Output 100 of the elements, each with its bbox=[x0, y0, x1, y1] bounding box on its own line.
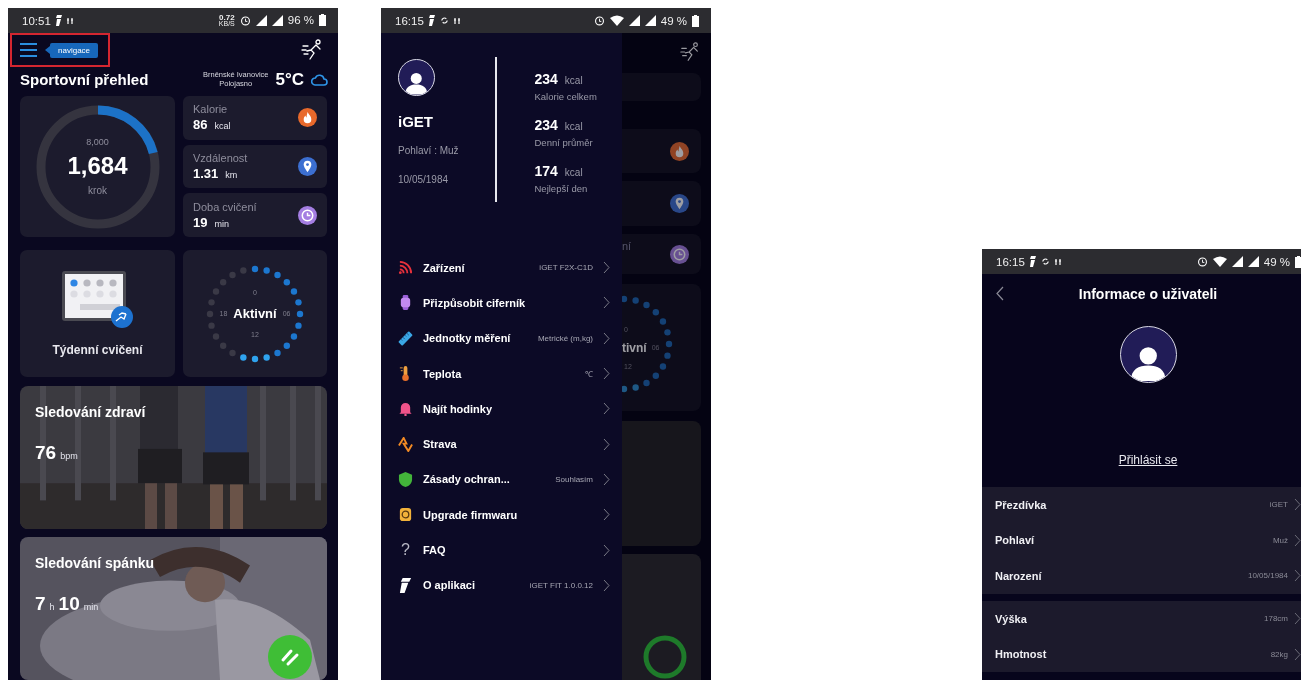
menu-item[interactable]: Zásady ochran... Souhlasím bbox=[381, 461, 622, 498]
logo-icon bbox=[1029, 256, 1036, 267]
signal-icon bbox=[628, 15, 640, 26]
signal-icon bbox=[271, 15, 283, 26]
card-label: Týdenní cvičení bbox=[52, 342, 143, 357]
chevron-right-icon bbox=[603, 402, 610, 416]
activity-label: Aktivní bbox=[233, 306, 277, 321]
metric-label: Vzdálenost bbox=[193, 152, 248, 164]
screen-title: Informace o uživateli bbox=[1078, 286, 1218, 302]
steps-card[interactable]: 8,000 1,684 krok bbox=[20, 96, 175, 237]
stat-unit: kcal bbox=[564, 167, 583, 178]
settings-row[interactable]: Pohlaví Muž bbox=[982, 522, 1301, 559]
battery-icon bbox=[1295, 255, 1301, 268]
row-value: iGET bbox=[1269, 500, 1288, 510]
sync-icon bbox=[1040, 257, 1050, 266]
chevron-right-icon bbox=[603, 437, 610, 451]
menu-item[interactable]: Strava bbox=[381, 426, 622, 462]
runner-logo-icon bbox=[679, 41, 701, 63]
cloud-icon bbox=[311, 73, 328, 86]
stat-label: Nejlepší den bbox=[534, 183, 589, 194]
settings-row[interactable]: Přezdívka iGET bbox=[982, 487, 1301, 523]
battery-icon bbox=[692, 14, 699, 27]
user-birth-date: 10/05/1984 bbox=[398, 174, 450, 185]
row-value: 10/05/1984 bbox=[1247, 571, 1288, 581]
row-value: 178cm bbox=[1264, 614, 1288, 624]
flame-icon bbox=[670, 141, 689, 161]
login-link[interactable]: Přihlásit se bbox=[1118, 453, 1178, 467]
chevron-right-icon bbox=[603, 261, 610, 275]
chevron-right-icon bbox=[603, 472, 610, 486]
chevron-right-icon bbox=[1294, 533, 1301, 547]
row-label: Výška bbox=[995, 612, 1028, 625]
metric-card[interactable]: Doba cvičení 19 min bbox=[183, 193, 327, 237]
menu-item[interactable]: Jednotky měření Metrické (m,kg) bbox=[381, 320, 622, 356]
metric-value: 86 bbox=[193, 117, 208, 133]
stat-value: 174 bbox=[534, 163, 558, 179]
row-label: Pohlaví bbox=[995, 534, 1036, 547]
metric-label: Kalorie bbox=[193, 103, 229, 116]
clock-icon bbox=[298, 205, 317, 225]
row-label: Hmotnost bbox=[995, 648, 1048, 661]
metric-unit: min bbox=[214, 218, 229, 229]
settings-row[interactable]: Narození 10/05/1984 bbox=[982, 558, 1301, 594]
status-time: 16:15 bbox=[395, 14, 424, 27]
battery-percent: 49 % bbox=[660, 14, 687, 27]
signal-icon bbox=[255, 15, 267, 26]
settings-row[interactable]: Hmotnost 82kg bbox=[982, 636, 1301, 672]
shield-icon bbox=[398, 471, 413, 487]
chevron-right-icon bbox=[1294, 647, 1301, 661]
stat-unit: kcal bbox=[564, 75, 583, 86]
metric-card[interactable]: Vzdálenost 1.31 km bbox=[183, 144, 327, 189]
wifi-signal-icon bbox=[398, 260, 413, 276]
battery-percent: 96 % bbox=[287, 14, 314, 27]
menu-item[interactable]: Přizpůsobit ciferník bbox=[381, 285, 622, 321]
clock-icon bbox=[670, 244, 689, 264]
weekly-exercise-card[interactable]: Týdenní cvičení bbox=[20, 250, 175, 377]
wifi-icon bbox=[609, 15, 624, 26]
metric-card[interactable]: Kalorie 86 kcal bbox=[183, 96, 327, 140]
notification-icon bbox=[453, 16, 461, 25]
health-card[interactable]: Sledování zdraví 76 bpm bbox=[20, 386, 327, 529]
notification-icon bbox=[1054, 257, 1062, 266]
calendar-icon bbox=[61, 270, 134, 329]
ruler-icon bbox=[398, 330, 413, 346]
network-speed: 0.72 bbox=[219, 13, 235, 21]
user-name: iGET bbox=[398, 113, 434, 130]
tooltip-pointer-icon bbox=[45, 46, 50, 54]
menu-item[interactable]: ? FAQ bbox=[381, 532, 622, 568]
row-value: 82kg bbox=[1270, 649, 1288, 659]
metric-unit: km bbox=[225, 170, 238, 180]
menu-item[interactable]: Teplota ℃ bbox=[381, 355, 622, 392]
signal-icon bbox=[1247, 256, 1259, 267]
metric-value: 19 bbox=[193, 214, 208, 230]
avatar[interactable] bbox=[1119, 326, 1177, 383]
back-button[interactable] bbox=[996, 286, 1004, 301]
menu-item[interactable]: Upgrade firmwaru bbox=[381, 497, 622, 533]
metric-unit: kcal bbox=[214, 121, 231, 132]
chevron-right-icon bbox=[1294, 498, 1301, 512]
battery-icon bbox=[319, 14, 326, 27]
stat-label: Denní průměr bbox=[534, 137, 594, 148]
card-title: Sledování zdraví bbox=[35, 404, 146, 420]
ring-icon bbox=[643, 635, 687, 679]
chevron-right-icon bbox=[603, 367, 610, 381]
settings-row[interactable]: Výška 178cm bbox=[982, 600, 1301, 637]
faq-glyph: ? bbox=[400, 541, 411, 559]
metric-value: 1.31 bbox=[193, 166, 219, 181]
sleep-card[interactable]: Sledování spánku 7 h 10 min bbox=[20, 537, 327, 680]
menu-icon[interactable] bbox=[20, 43, 37, 57]
status-time: 16:15 bbox=[996, 255, 1025, 268]
temperature: 5°C bbox=[275, 69, 304, 90]
chevron-right-icon bbox=[1294, 569, 1301, 583]
steps-goal: 8,000 bbox=[86, 137, 109, 147]
menu-item-value: Metrické (m,kg) bbox=[537, 333, 593, 343]
logo-icon bbox=[398, 577, 413, 593]
chevron-right-icon bbox=[603, 331, 610, 345]
menu-item[interactable]: O aplikaci iGET FIT 1.0.0.12 bbox=[381, 567, 622, 603]
status-time: 10:51 bbox=[22, 14, 51, 27]
avatar[interactable] bbox=[398, 59, 435, 96]
stat-unit: kcal bbox=[564, 121, 583, 132]
alarm-icon bbox=[1196, 256, 1208, 267]
menu-item-value: ℃ bbox=[585, 369, 593, 380]
menu-item[interactable]: Zařízení iGET F2X-C1D bbox=[381, 250, 622, 286]
menu-item[interactable]: Najít hodinky bbox=[381, 391, 622, 427]
